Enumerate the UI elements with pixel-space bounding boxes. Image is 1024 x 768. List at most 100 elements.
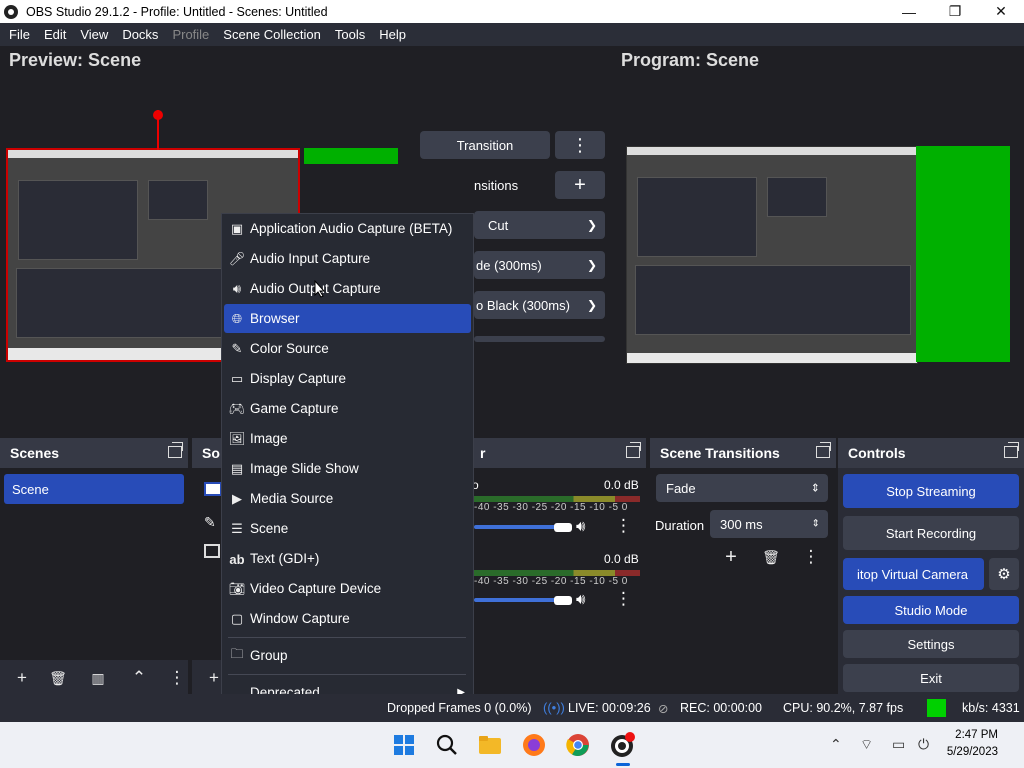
system-clock[interactable]: 2:47 PM 5/29/2023: [947, 727, 998, 761]
clock-time: 2:47 PM: [955, 729, 998, 741]
globe-icon: 🌐︎: [231, 311, 243, 326]
chrome-icon[interactable]: [564, 731, 592, 759]
transition-button[interactable]: Transition: [420, 131, 550, 159]
minimize-button[interactable]: —: [886, 0, 932, 23]
virtual-camera-settings-icon[interactable]: ⚙: [989, 558, 1019, 590]
obs-logo-icon: [4, 4, 18, 19]
menu-item-application-audio-capture[interactable]: ▣ Application Audio Capture (BETA): [224, 214, 471, 243]
sources-dock-title: So: [202, 445, 220, 461]
display-icon[interactable]: ▭: [892, 736, 905, 753]
menu-view[interactable]: View: [75, 27, 113, 42]
speaker-icon: 🔊︎: [232, 281, 242, 296]
obs-taskbar-icon[interactable]: [608, 731, 636, 759]
menu-tools[interactable]: Tools: [330, 27, 370, 42]
scene-transitions-dock-title: Scene Transitions: [660, 445, 780, 461]
window-source-icon: [204, 544, 220, 558]
mixer-track-2-ticks: -40 -35 -30 -25 -20 -15 -10 -5 0: [474, 576, 628, 587]
menu-separator: [228, 637, 466, 638]
fade-to-black-dropdown[interactable]: o Black (300ms) ❯: [474, 291, 605, 319]
file-explorer-icon[interactable]: [476, 731, 504, 759]
menu-item-text-gdi[interactable]: ab Text (GDI+): [224, 544, 471, 573]
undock-icon[interactable]: [816, 442, 831, 458]
menu-separator: [228, 674, 466, 675]
camera-icon: 📷︎: [228, 581, 246, 596]
transition-progress-bar[interactable]: [474, 336, 605, 342]
mixer-track-2-volume-slider[interactable]: [474, 598, 564, 602]
list-icon: ☰: [231, 521, 243, 536]
menu-item-audio-output-capture[interactable]: 🔊︎ Audio Output Capture: [224, 274, 471, 303]
menu-item-display-capture[interactable]: ▭ Display Capture: [224, 364, 471, 393]
menu-file[interactable]: File: [4, 27, 35, 42]
add-quick-transition-button[interactable]: +: [555, 171, 605, 199]
cut-dropdown[interactable]: Cut ❯: [474, 211, 605, 239]
display-source-icon: [204, 482, 222, 496]
controls-dock: Controls Stop Streaming Start Recording …: [838, 438, 1024, 694]
menu-edit[interactable]: Edit: [39, 27, 71, 42]
mixer-track-2-volume-knob[interactable]: [554, 596, 572, 605]
image-icon: 🖼︎: [228, 431, 246, 446]
quick-transitions-label: nsitions: [474, 178, 519, 193]
menu-item-window-capture[interactable]: ▢ Window Capture: [224, 604, 471, 633]
mixer-track-2-more-icon[interactable]: ⋮: [615, 589, 632, 609]
stop-virtual-camera-button[interactable]: itop Virtual Camera: [843, 558, 984, 590]
fade-dropdown[interactable]: de (300ms) ❯: [474, 251, 605, 279]
transition-properties-icon[interactable]: ⋮: [800, 546, 822, 568]
exit-button[interactable]: Exit: [843, 664, 1019, 692]
transition-menu-button[interactable]: ⋮: [555, 131, 605, 159]
scene-filters-icon[interactable]: ▥: [87, 667, 109, 689]
undock-icon[interactable]: [626, 442, 641, 458]
menu-item-image[interactable]: 🖼︎ Image: [224, 424, 471, 453]
maximize-button[interactable]: ❐: [932, 0, 978, 23]
close-button[interactable]: ✕: [978, 0, 1024, 23]
remove-scene-icon[interactable]: 🗑: [47, 667, 69, 689]
menu-item-audio-input-capture[interactable]: 🎤︎ Audio Input Capture: [224, 244, 471, 273]
menu-item-media-source[interactable]: ▶ Media Source: [224, 484, 471, 513]
rotation-handle[interactable]: [153, 110, 163, 120]
menu-item-browser[interactable]: 🌐︎ Browser: [224, 304, 471, 333]
studio-mode-button[interactable]: Studio Mode: [843, 596, 1019, 624]
status-bar: Dropped Frames 0 (0.0%) ((•)) LIVE: 00:0…: [0, 694, 1024, 722]
settings-button[interactable]: Settings: [843, 630, 1019, 658]
mixer-track-1-more-icon[interactable]: ⋮: [615, 516, 632, 536]
move-scene-up-icon[interactable]: ⌃: [128, 667, 150, 689]
mixer-track-1-volume-knob[interactable]: [554, 523, 572, 532]
stop-streaming-button[interactable]: Stop Streaming: [843, 474, 1019, 508]
live-time: LIVE: 00:09:26: [568, 701, 651, 715]
speaker-icon[interactable]: 🔊︎: [576, 518, 585, 535]
transition-select[interactable]: Fade ⇕: [656, 474, 828, 502]
scenes-more-icon[interactable]: ⋮: [166, 667, 188, 689]
start-icon[interactable]: [390, 731, 418, 759]
firefox-icon[interactable]: [520, 731, 548, 759]
undock-icon[interactable]: [1004, 442, 1019, 458]
menu-item-image-slide-show[interactable]: ▤ Image Slide Show: [224, 454, 471, 483]
add-transition-icon[interactable]: +: [720, 546, 742, 568]
search-icon[interactable]: [433, 731, 461, 759]
tray-overflow-icon[interactable]: ⌃: [830, 736, 842, 753]
menu-item-game-capture[interactable]: 🎮︎ Game Capture: [224, 394, 471, 423]
stream-health-indicator: [927, 699, 946, 717]
start-recording-button[interactable]: Start Recording: [843, 516, 1019, 550]
audio-mixer-dock: r o 0.0 dB -40 -35 -30 -25 -20 -15 -10 -…: [470, 438, 646, 694]
speaker-icon[interactable]: 🔊︎: [576, 591, 585, 608]
menu-item-color-source[interactable]: ✎ Color Source: [224, 334, 471, 363]
network-icon[interactable]: ⌔: [860, 736, 873, 754]
duration-spinbox[interactable]: 300 ms ⇕: [710, 510, 828, 538]
menu-profile[interactable]: Profile: [167, 27, 214, 42]
menu-item-group[interactable]: 🗀 Group: [224, 641, 471, 670]
live-icon: ((•)): [543, 700, 565, 715]
menu-item-scene[interactable]: ☰ Scene: [224, 514, 471, 543]
duration-label: Duration: [655, 518, 705, 533]
remove-transition-icon[interactable]: 🗑: [760, 546, 782, 568]
taskbar: ⌃ ⌔ ▭ ⏻ 2:47 PM 5/29/2023: [0, 722, 1024, 768]
paintbrush-icon: ✎: [231, 341, 243, 356]
mixer-track-1-volume-slider[interactable]: [474, 525, 564, 529]
menu-docks[interactable]: Docks: [117, 27, 163, 42]
undock-icon[interactable]: [168, 442, 183, 458]
menu-item-video-capture-device[interactable]: 📷︎ Video Capture Device: [224, 574, 471, 603]
add-scene-icon[interactable]: +: [11, 667, 33, 689]
menu-scene-collection[interactable]: Scene Collection: [218, 27, 326, 42]
battery-icon[interactable]: ⏻: [918, 736, 929, 753]
preview-green-source[interactable]: [304, 148, 398, 164]
menu-help[interactable]: Help: [374, 27, 411, 42]
scene-list-item[interactable]: Scene: [4, 474, 184, 504]
